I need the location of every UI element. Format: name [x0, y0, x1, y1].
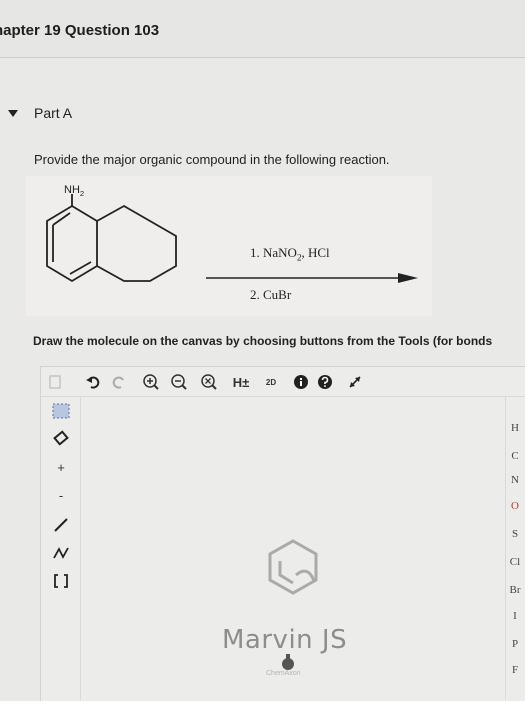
element-s[interactable]: S [505, 528, 525, 540]
info-icon[interactable] [290, 371, 312, 393]
cyclohexane-ring [96, 204, 177, 282]
arrow-head-icon [398, 273, 418, 283]
question-prompt: Provide the major organic compound in th… [34, 152, 390, 167]
collapse-caret-icon[interactable] [8, 110, 18, 117]
element-h[interactable]: H [505, 422, 525, 434]
reagent-step-2: 2. CuBr [250, 287, 292, 302]
part-label[interactable]: Part A [34, 105, 72, 121]
clean-2d-button[interactable]: 2D [260, 371, 282, 393]
reagent-step-1: 1. NaNO2, HCl [250, 245, 330, 263]
zoom-out-icon[interactable] [168, 371, 190, 393]
zoom-in-icon[interactable] [140, 371, 162, 393]
chemaxon-logo-icon [282, 654, 294, 670]
divider [0, 57, 525, 58]
page-title: hapter 19 Question 103 [0, 22, 160, 39]
bracket-tool-icon[interactable] [48, 570, 74, 592]
element-p[interactable]: P [505, 638, 525, 650]
charge-minus-icon[interactable]: - [48, 484, 74, 506]
element-o[interactable]: O [505, 500, 525, 512]
instructions-text: Draw the molecule on the canvas by choos… [33, 334, 493, 348]
element-cl[interactable]: Cl [505, 556, 525, 568]
selection-tool-icon[interactable] [48, 400, 74, 422]
redo-icon[interactable] [108, 371, 130, 393]
element-br[interactable]: Br [505, 584, 525, 596]
help-icon[interactable] [314, 371, 336, 393]
element-i[interactable]: I [505, 610, 525, 622]
expand-icon[interactable] [344, 371, 366, 393]
undo-icon[interactable] [82, 371, 104, 393]
reaction-scheme [46, 194, 418, 283]
eraser-icon[interactable] [48, 428, 74, 450]
zoom-reset-icon[interactable] [198, 371, 220, 393]
single-bond-icon[interactable] [48, 514, 74, 536]
new-doc-icon[interactable] [44, 371, 66, 393]
element-toolbar [505, 397, 525, 700]
element-n[interactable]: N [505, 474, 525, 486]
charge-plus-icon[interactable]: + [48, 456, 74, 478]
vendor-label: ChemAxon [266, 670, 301, 677]
aromatic-ring [46, 204, 98, 283]
element-f[interactable]: F [505, 664, 525, 676]
h-toggle-button[interactable]: H± [228, 371, 254, 393]
marvin-brand: Marvin JS [222, 625, 348, 655]
marvin-logo-icon [268, 539, 318, 595]
header-bar: hapter 19 Question 103 [0, 0, 525, 58]
amine-label: NH2 [64, 184, 85, 199]
element-c[interactable]: C [505, 450, 525, 462]
chain-tool-icon[interactable] [48, 542, 74, 564]
